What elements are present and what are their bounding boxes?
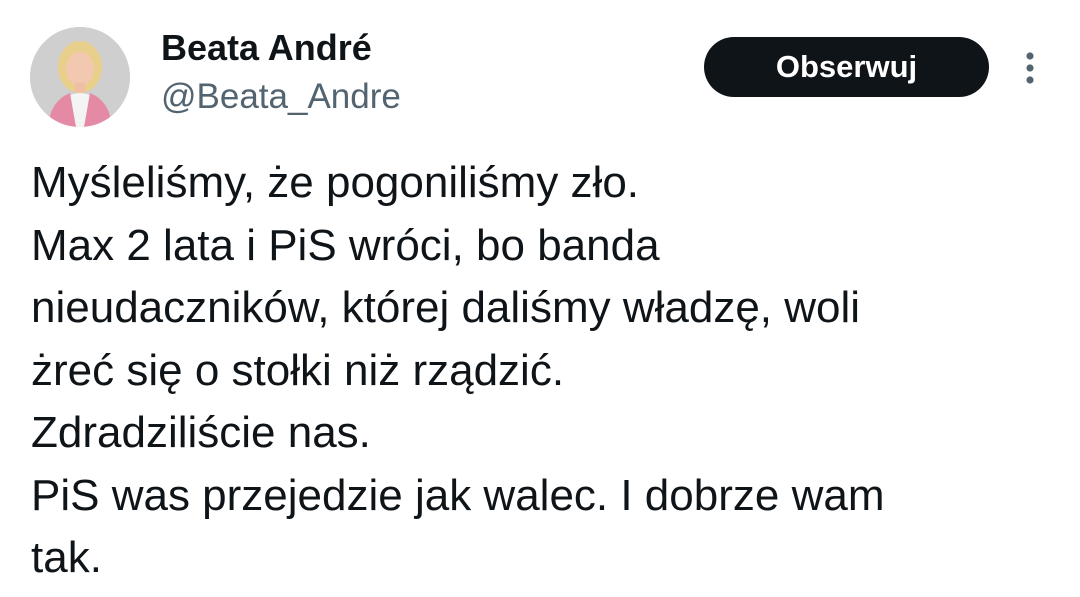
tweet-line: Max 2 lata i PiS wróci, bo banda bbox=[31, 220, 660, 270]
tweet-line: Myśleliśmy, że pogoniliśmy zło. bbox=[31, 158, 640, 207]
more-vertical-icon[interactable] bbox=[1015, 48, 1045, 88]
tweet-line: PiS was przejedzie jak walec. I dobrze w… bbox=[31, 470, 885, 520]
tweet-text: Myśleliśmy, że pogoniliśmy zło. Max 2 la… bbox=[31, 152, 1031, 590]
avatar[interactable] bbox=[30, 27, 130, 127]
profile-photo-icon bbox=[30, 27, 130, 127]
author-handle[interactable]: @Beata_Andre bbox=[161, 75, 401, 119]
tweet-card: Beata André @Beata_Andre Obserwuj Myślel… bbox=[0, 0, 1080, 597]
tweet-line: nieudaczników, której daliśmy władzę, wo… bbox=[31, 283, 861, 332]
tweet-line: tak. bbox=[31, 533, 102, 582]
author-display-name[interactable]: Beata André bbox=[161, 26, 372, 70]
tweet-line: Zdradziliście nas. bbox=[31, 408, 371, 457]
follow-button[interactable]: Obserwuj bbox=[704, 37, 989, 97]
tweet-line: żreć się o stołki niż rządzić. bbox=[31, 345, 565, 395]
